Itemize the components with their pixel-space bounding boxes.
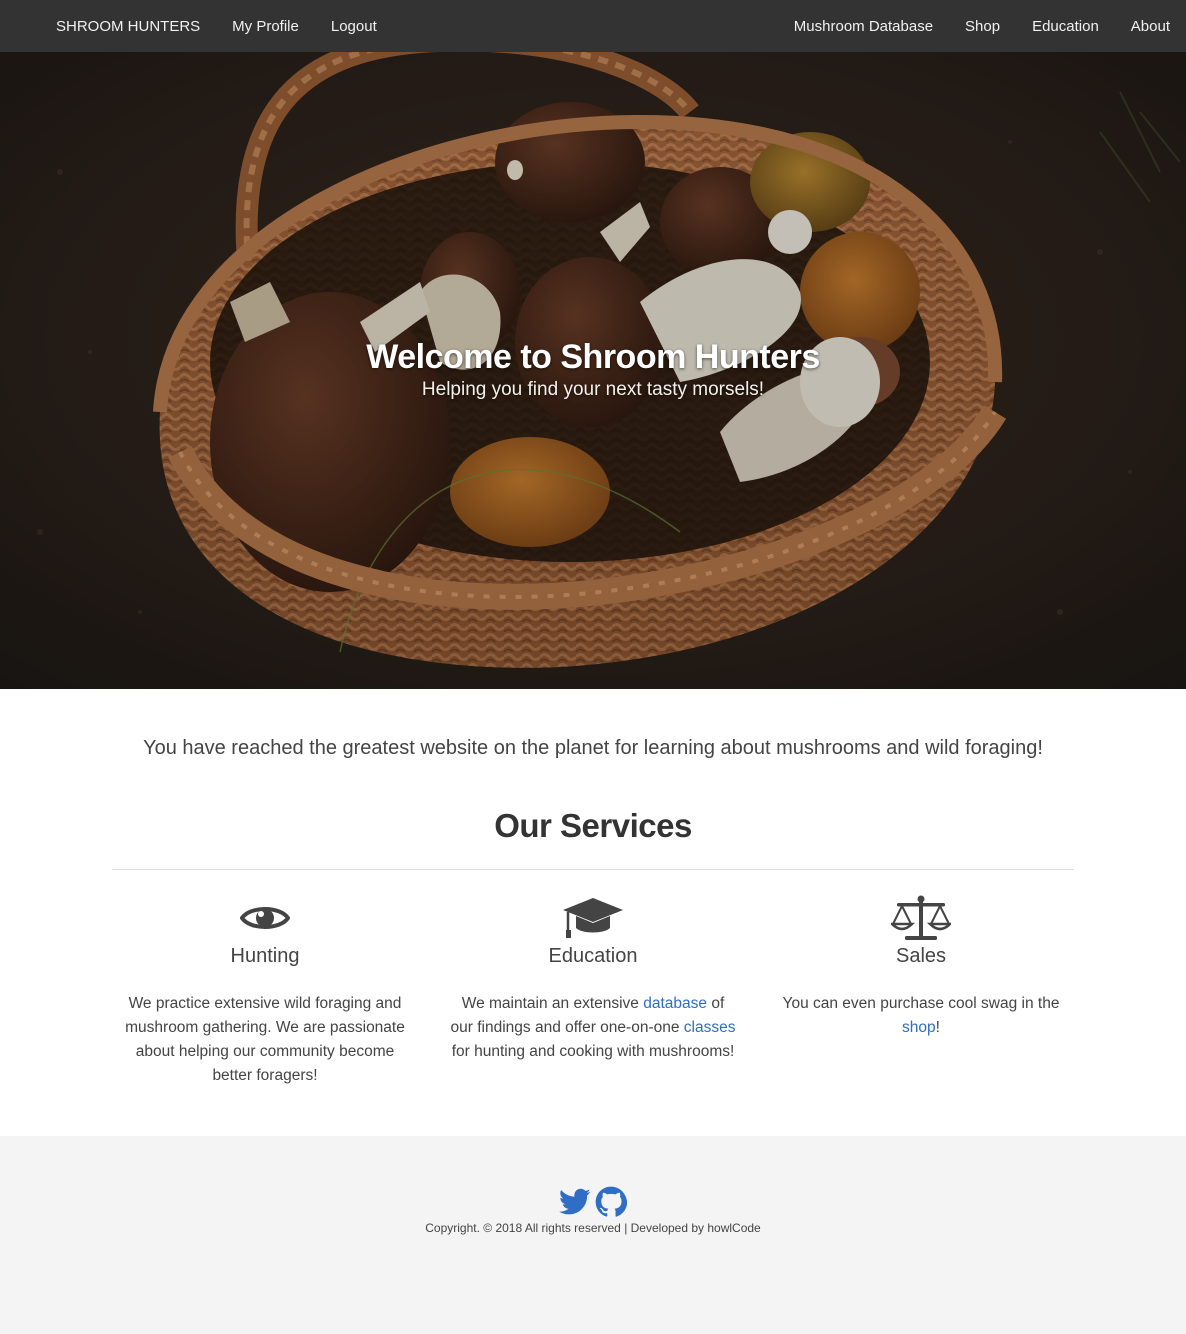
nav-link-education[interactable]: Education	[1032, 18, 1099, 35]
shop-link[interactable]: shop	[902, 1019, 936, 1036]
classes-link[interactable]: classes	[684, 1019, 736, 1036]
service-title-education: Education	[548, 945, 638, 967]
balance-scale-icon	[771, 893, 1071, 943]
database-link[interactable]: database	[643, 995, 707, 1012]
intro-text: You have reached the greatest website on…	[143, 737, 1043, 759]
service-text-education: We maintain an extensive database of our…	[443, 992, 743, 1064]
nav-right: Mushroom Database Shop Education About	[762, 18, 1186, 35]
footer: Copyright. © 2018 All rights reserved | …	[0, 1136, 1186, 1334]
service-sales: Sales You can even purchase cool swag in…	[771, 893, 1071, 1040]
graduation-cap-icon	[443, 893, 743, 943]
text-fragment: You can even purchase cool swag in the	[782, 995, 1060, 1012]
services-heading: Our Services	[494, 807, 692, 844]
eye-icon	[115, 893, 415, 943]
copyright-text: Copyright. © 2018 All rights reserved | …	[425, 1221, 761, 1235]
brand-link[interactable]: SHROOM HUNTERS	[56, 18, 200, 35]
hero-title: Welcome to Shroom Hunters	[366, 338, 820, 376]
service-text-hunting: We practice extensive wild foraging and …	[125, 995, 405, 1084]
hero-banner: Welcome to Shroom Hunters Helping you fi…	[0, 52, 1186, 689]
nav-left: SHROOM HUNTERS My Profile Logout	[0, 18, 409, 35]
nav-link-about[interactable]: About	[1131, 18, 1170, 35]
nav-link-mushroom-database[interactable]: Mushroom Database	[794, 18, 933, 35]
service-text-sales: You can even purchase cool swag in the s…	[771, 992, 1071, 1040]
navbar: SHROOM HUNTERS My Profile Logout Mushroo…	[0, 0, 1186, 52]
service-title-hunting: Hunting	[230, 945, 300, 967]
hero-subtitle: Helping you find your next tasty morsels…	[421, 379, 765, 400]
main-content: You have reached the greatest website on…	[0, 689, 1186, 1136]
social-links	[0, 1186, 1186, 1218]
service-title-sales: Sales	[895, 945, 947, 967]
service-hunting: Hunting We practice extensive wild forag…	[115, 893, 415, 1088]
nav-link-my-profile[interactable]: My Profile	[232, 18, 299, 35]
text-fragment: We maintain an extensive	[461, 995, 644, 1012]
service-education: Education We maintain an extensive datab…	[443, 893, 743, 1064]
github-icon[interactable]	[595, 1186, 627, 1218]
section-divider	[112, 869, 1074, 870]
hero-text: Welcome to Shroom Hunters Helping you fi…	[0, 338, 1186, 401]
nav-link-shop[interactable]: Shop	[965, 18, 1000, 35]
text-fragment: for hunting and cooking with mushrooms!	[451, 1043, 735, 1060]
twitter-icon[interactable]	[559, 1188, 591, 1216]
nav-link-logout[interactable]: Logout	[331, 18, 377, 35]
text-fragment: !	[935, 1019, 940, 1036]
